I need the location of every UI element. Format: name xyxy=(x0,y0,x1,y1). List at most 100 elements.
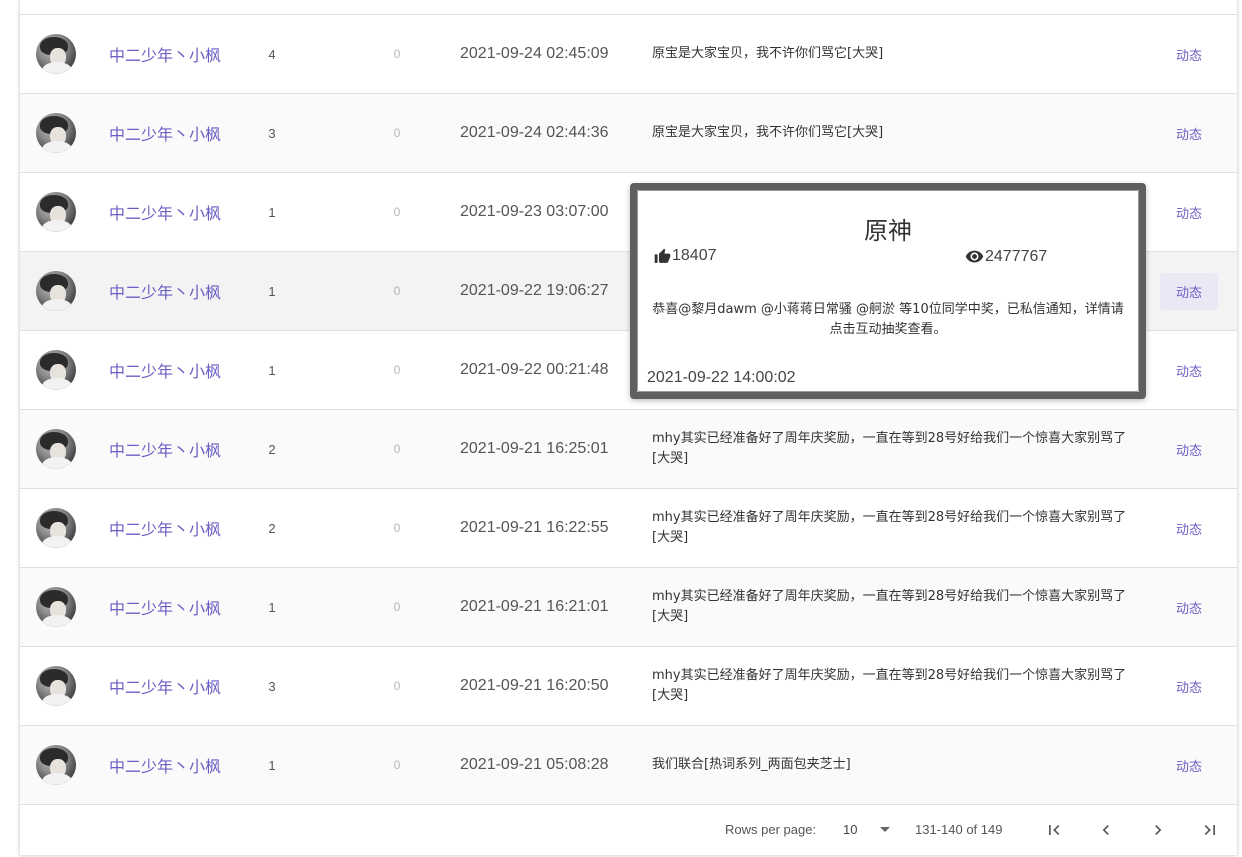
popup-likes: 18407 xyxy=(654,247,717,265)
dynamic-button[interactable]: 动态 xyxy=(1160,510,1218,547)
popup-inner-frame: 原神 18407 2477767 恭喜@黎月dawm @小蒋蒋日常骚 @舸淤 等… xyxy=(637,190,1139,392)
action-cell: 动态 xyxy=(1157,489,1221,567)
zero-count: 0 xyxy=(393,363,401,377)
zero-count: 0 xyxy=(393,758,401,772)
comment-time: 2021-09-22 00:21:48 xyxy=(460,361,609,378)
comment-text: mhy其实已经准备好了周年庆奖励，一直在等到28号好给我们一个惊喜大家别骂了[大… xyxy=(652,668,1127,703)
first-page-button[interactable] xyxy=(1042,818,1066,842)
table-row: 中二少年丶小枫 3 0 2021-09-24 02:44:36 原宝是大家宝贝，我不许你… xyxy=(20,94,1237,173)
reply-count: 1 xyxy=(268,204,276,220)
table-body: 中二少年丶小枫 4 0 2021-09-24 02:45:09 原宝是大家宝贝，我不许你… xyxy=(20,15,1237,805)
action-cell: 动态 xyxy=(1157,726,1221,804)
avatar-cell xyxy=(36,94,78,172)
dynamic-button[interactable]: 动态 xyxy=(1159,272,1218,310)
reply-count: 2 xyxy=(268,520,276,536)
dropdown-caret-icon[interactable] xyxy=(880,827,890,832)
action-cell: 动态 xyxy=(1157,15,1221,93)
comment-text: 我们联合[热词系列_两面包夹芝士] xyxy=(652,757,851,772)
dynamic-button[interactable]: 动态 xyxy=(1160,352,1218,389)
reply-count: 3 xyxy=(268,678,276,694)
zero-count: 0 xyxy=(393,442,401,456)
prev-page-button[interactable] xyxy=(1094,818,1118,842)
zero-count: 0 xyxy=(393,521,401,535)
comment-text: 原宝是大家宝贝，我不许你们骂它[大哭] xyxy=(652,125,884,140)
rows-per-page-label: Rows per page: xyxy=(725,822,817,837)
zero-count: 0 xyxy=(393,600,401,614)
comment-time: 2021-09-24 02:45:09 xyxy=(460,45,609,62)
user-name-link[interactable]: 中二少年丶小枫 xyxy=(109,647,249,725)
avatar-cell xyxy=(36,331,78,409)
comment-time: 2021-09-21 16:21:01 xyxy=(460,598,609,615)
user-name-link[interactable]: 中二少年丶小枫 xyxy=(109,568,249,646)
user-avatar[interactable] xyxy=(36,666,76,706)
user-avatar[interactable] xyxy=(36,271,76,311)
popup-body-text: 恭喜@黎月dawm @小蒋蒋日常骚 @舸淤 等10位同学中奖，已私信通知，详情请… xyxy=(652,302,1124,337)
comment-time: 2021-09-22 19:06:27 xyxy=(460,282,609,299)
table-row: 中二少年丶小枫 3 0 2021-09-21 16:20:50 mhy其实已经准备好了周… xyxy=(20,647,1237,726)
comment-time: 2021-09-24 02:44:36 xyxy=(460,124,609,141)
zero-count: 0 xyxy=(393,205,401,219)
user-avatar[interactable] xyxy=(36,34,76,74)
dynamic-button[interactable]: 动态 xyxy=(1160,668,1218,705)
rows-per-page-select[interactable]: 10 xyxy=(843,822,857,837)
comment-time: 2021-09-21 16:22:55 xyxy=(460,519,609,536)
first-page-icon xyxy=(1049,825,1060,835)
comment-time: 2021-09-23 03:07:00 xyxy=(460,203,609,220)
chevron-left-icon xyxy=(1102,825,1109,835)
zero-count: 0 xyxy=(393,284,401,298)
comments-table: 中二少年丶小枫 4 0 2021-09-24 02:45:09 原宝是大家宝贝，我不许你… xyxy=(19,0,1238,855)
user-avatar[interactable] xyxy=(36,192,76,232)
user-name-link[interactable]: 中二少年丶小枫 xyxy=(109,15,249,93)
popup-title: 原神 xyxy=(864,217,912,245)
user-name-link[interactable]: 中二少年丶小枫 xyxy=(109,489,249,567)
user-avatar[interactable] xyxy=(36,429,76,469)
user-avatar[interactable] xyxy=(36,587,76,627)
user-name-link[interactable]: 中二少年丶小枫 xyxy=(109,252,249,330)
action-cell: 动态 xyxy=(1157,173,1221,251)
user-avatar[interactable] xyxy=(36,745,76,785)
next-page-button[interactable] xyxy=(1146,818,1170,842)
reply-count: 3 xyxy=(268,125,276,141)
user-name-link[interactable]: 中二少年丶小枫 xyxy=(109,726,249,804)
user-name-link[interactable]: 中二少年丶小枫 xyxy=(109,173,249,251)
reply-count: 1 xyxy=(268,362,276,378)
avatar-cell xyxy=(36,568,78,646)
reply-count: 1 xyxy=(268,283,276,299)
table-pagination: Rows per page: 10 131-140 of 149 xyxy=(20,805,1237,855)
user-avatar[interactable] xyxy=(36,508,76,548)
avatar-cell xyxy=(36,489,78,567)
user-avatar[interactable] xyxy=(36,350,76,390)
popup-likes-count: 18407 xyxy=(672,247,717,264)
user-name-link[interactable]: 中二少年丶小枫 xyxy=(109,94,249,172)
user-name-link[interactable]: 中二少年丶小枫 xyxy=(109,410,249,488)
avatar-cell xyxy=(36,252,78,330)
avatar-cell xyxy=(36,173,78,251)
dynamic-preview-popup: 原神 18407 2477767 恭喜@黎月dawm @小蒋蒋日常骚 @舸淤 等… xyxy=(630,183,1146,399)
avatar-cell xyxy=(36,647,78,725)
reply-count: 2 xyxy=(268,441,276,457)
last-page-icon xyxy=(1204,825,1215,835)
dynamic-button[interactable]: 动态 xyxy=(1160,115,1218,152)
user-avatar[interactable] xyxy=(36,113,76,153)
dynamic-button[interactable]: 动态 xyxy=(1160,194,1218,231)
dynamic-button[interactable]: 动态 xyxy=(1160,36,1218,73)
comment-time: 2021-09-21 16:25:01 xyxy=(460,440,609,457)
thumb-up-icon xyxy=(654,248,671,263)
action-cell: 动态 xyxy=(1157,94,1221,172)
action-cell: 动态 xyxy=(1157,252,1221,330)
dynamic-button[interactable]: 动态 xyxy=(1160,747,1218,784)
popup-views-count: 2477767 xyxy=(985,247,1048,265)
table-row: 中二少年丶小枫 4 0 2021-09-24 02:45:09 原宝是大家宝贝，我不许你… xyxy=(20,15,1237,94)
dynamic-button[interactable]: 动态 xyxy=(1160,589,1218,626)
dynamic-button[interactable]: 动态 xyxy=(1160,431,1218,468)
comment-text: mhy其实已经准备好了周年庆奖励，一直在等到28号好给我们一个惊喜大家别骂了[大… xyxy=(652,589,1127,624)
zero-count: 0 xyxy=(393,679,401,693)
comment-time: 2021-09-21 05:08:28 xyxy=(460,756,609,773)
user-name-link[interactable]: 中二少年丶小枫 xyxy=(109,331,249,409)
zero-count: 0 xyxy=(393,126,401,140)
reply-count: 1 xyxy=(268,599,276,615)
eye-icon xyxy=(965,250,984,263)
last-page-button[interactable] xyxy=(1198,818,1222,842)
table-row: 中二少年丶小枫 2 0 2021-09-21 16:25:01 mhy其实已经准备好了周… xyxy=(20,410,1237,489)
chevron-right-icon xyxy=(1155,825,1162,835)
